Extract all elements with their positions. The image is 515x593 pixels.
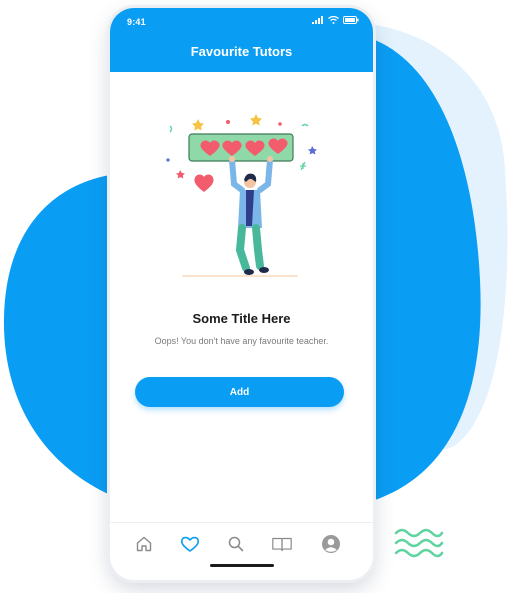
wifi-icon	[328, 16, 339, 24]
blue-blob-left	[3, 175, 110, 495]
tab-search[interactable]	[225, 533, 247, 555]
bottom-tab-bar	[110, 522, 373, 563]
tab-library[interactable]	[271, 533, 293, 555]
tab-favourites[interactable]	[179, 533, 201, 555]
signal-icon	[312, 16, 323, 24]
search-icon	[228, 536, 244, 552]
phone-frame: 9:41 Favourite Tutors Some Title Here Oo…	[110, 8, 373, 580]
empty-state-title: Some Title Here	[192, 311, 291, 326]
tab-profile[interactable]	[320, 533, 342, 555]
heart-icon	[180, 536, 200, 552]
status-time: 9:41	[127, 17, 146, 27]
home-indicator	[210, 564, 274, 567]
empty-state-illustration	[166, 114, 317, 277]
add-button[interactable]: Add	[135, 377, 344, 407]
avatar-icon	[322, 535, 340, 553]
floating-heart	[194, 174, 214, 192]
battery-icon	[343, 16, 359, 24]
book-icon	[272, 537, 292, 552]
tab-home[interactable]	[133, 533, 155, 555]
wave-decoration	[394, 528, 444, 558]
empty-state-message: Oops! You don't have any favourite teach…	[154, 336, 329, 346]
app-header: 9:41 Favourite Tutors	[110, 8, 373, 72]
status-icons	[312, 16, 359, 24]
home-icon	[136, 536, 152, 552]
page-title: Favourite Tutors	[190, 44, 293, 59]
